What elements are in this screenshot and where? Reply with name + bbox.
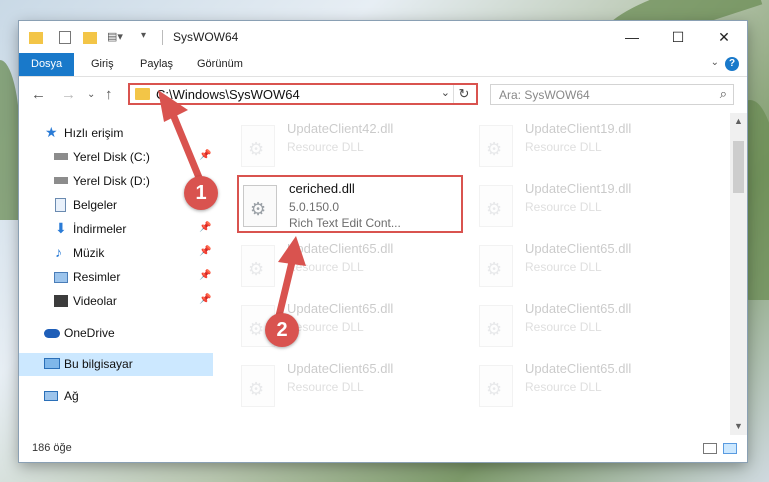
arrow-2-head — [278, 236, 306, 266]
arrow-2-shaft — [274, 258, 296, 324]
step-badge-2: 2 — [265, 313, 299, 347]
step-badge-1: 1 — [184, 176, 218, 210]
arrow-1-head — [158, 90, 188, 122]
arrow-1-shaft — [168, 108, 204, 184]
annotation-arrows — [158, 90, 306, 324]
